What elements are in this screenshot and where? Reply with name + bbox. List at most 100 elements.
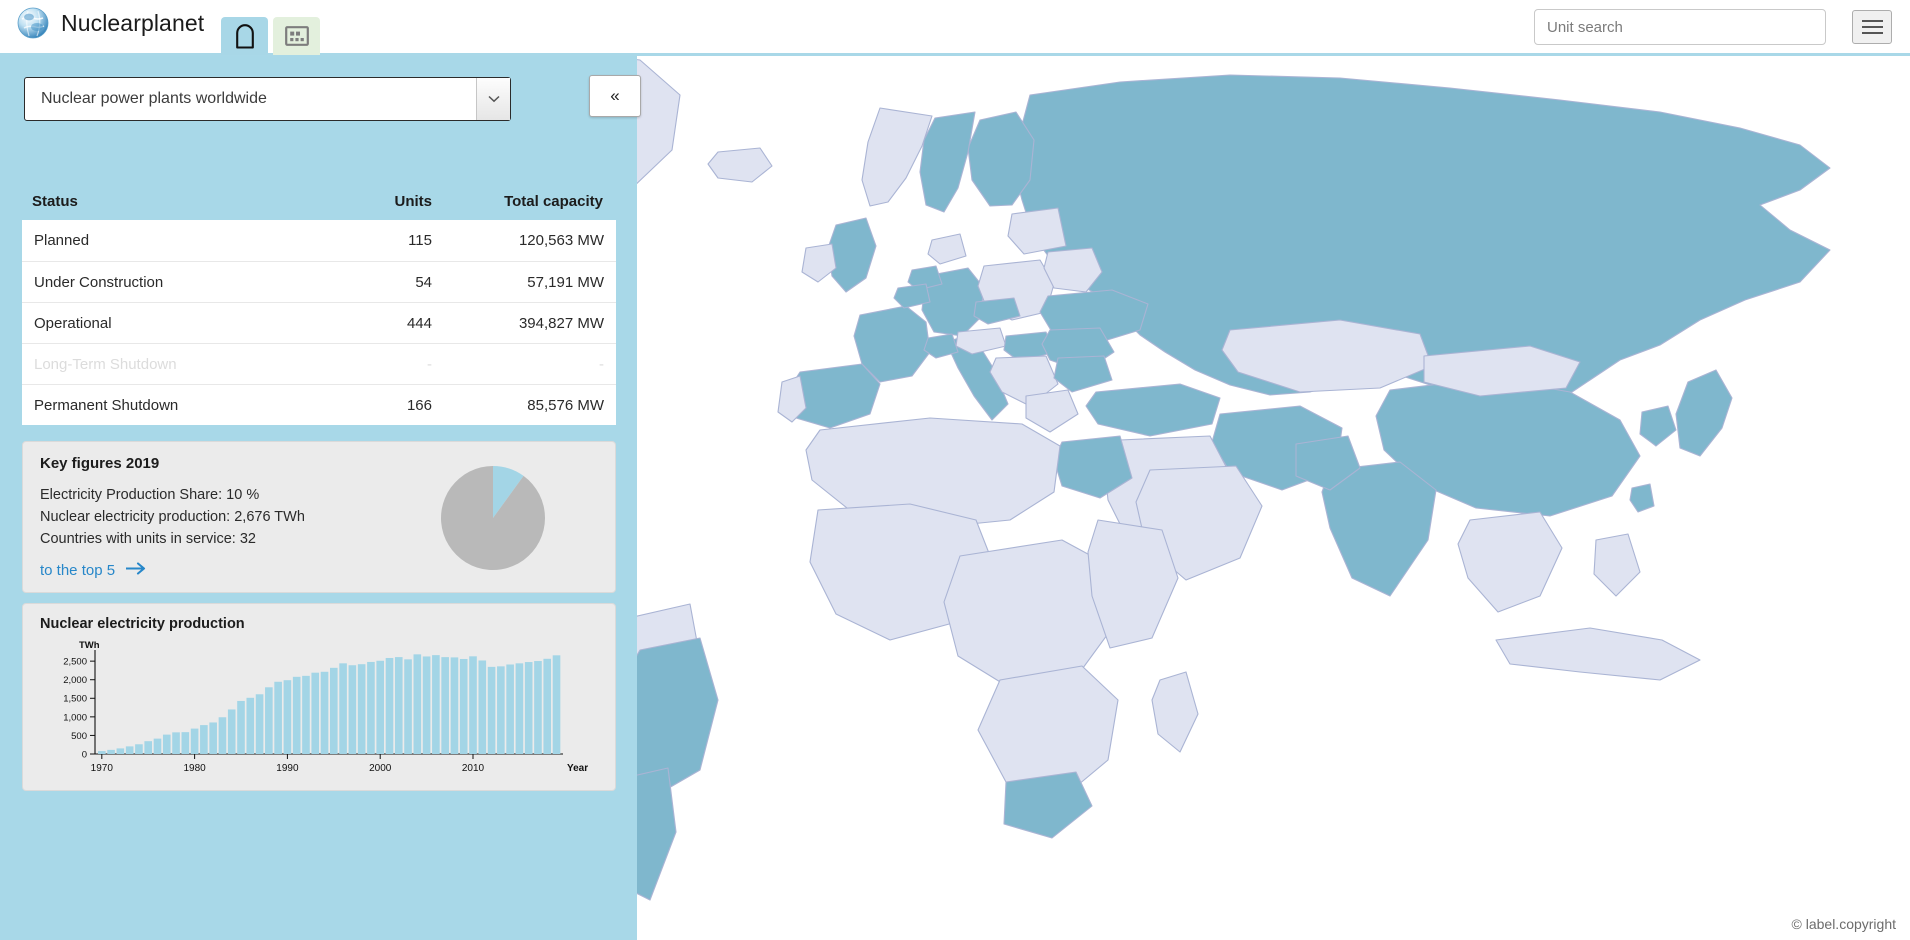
- to-the-top-5-label: to the top 5: [40, 562, 116, 579]
- dataset-select-row: Nuclear power plants worldwide: [24, 77, 511, 121]
- cell-capacity: 394,827 MW: [518, 314, 604, 332]
- reactor-dome-icon: [235, 24, 254, 49]
- cell-units: 166: [406, 396, 432, 414]
- svg-text:1,500: 1,500: [63, 694, 87, 705]
- chart-bar: [459, 658, 468, 754]
- chart-bar: [227, 709, 236, 754]
- column-header-units: Units: [394, 193, 433, 210]
- key-figures-title: Key figures 2019: [40, 455, 160, 472]
- status-table: Status Units Total capacity Planned 115 …: [22, 183, 616, 425]
- key-figures-card: Key figures 2019 Electricity Production …: [22, 441, 616, 593]
- key-figure-line: Countries with units in service: 32: [40, 531, 256, 547]
- chevron-down-icon[interactable]: [476, 78, 510, 120]
- cell-status: Permanent Shutdown: [34, 396, 179, 414]
- svg-text:2000: 2000: [369, 763, 392, 774]
- chart-bar: [478, 660, 487, 754]
- chart-bar: [107, 749, 115, 754]
- chart-bar: [497, 666, 505, 754]
- key-figure-line: Electricity Production Share: 10 %: [40, 487, 260, 503]
- chart-bar: [311, 672, 320, 754]
- svg-text:2010: 2010: [462, 763, 485, 774]
- svg-text:2,000: 2,000: [63, 675, 87, 686]
- chart-bar: [283, 680, 292, 754]
- chart-bar: [274, 681, 282, 754]
- to-the-top-5-link[interactable]: to the top 5: [40, 562, 148, 579]
- chart-bar: [162, 734, 171, 754]
- cell-capacity: 85,576 MW: [527, 396, 604, 414]
- chart-bar: [237, 700, 245, 754]
- nuclear-production-bar-chart: TWh 0 500 1,000 1,500 2,000 2,500 1970 1980 1990 2…: [63, 640, 588, 774]
- chart-bar: [357, 664, 366, 754]
- chart-bar: [98, 751, 106, 754]
- chart-bar: [404, 659, 412, 754]
- chart-bar: [320, 671, 329, 754]
- key-figure-line: Nuclear electricity production: 2,676 TW…: [40, 509, 305, 525]
- svg-text:500: 500: [71, 731, 87, 742]
- chart-bar: [153, 738, 162, 754]
- chart-bar: [348, 665, 357, 754]
- svg-text:1970: 1970: [91, 763, 114, 774]
- cell-units: -: [427, 355, 432, 373]
- table-row: Long-Term Shutdown - -: [22, 343, 616, 384]
- status-table-header: Status Units Total capacity: [22, 183, 616, 220]
- chart-bar: [200, 725, 208, 754]
- cell-status: Operational: [34, 314, 112, 332]
- chart-bar: [385, 657, 394, 754]
- chart-bar: [441, 657, 449, 754]
- search-input[interactable]: [1534, 9, 1826, 45]
- svg-text:0: 0: [82, 749, 87, 760]
- table-row[interactable]: Planned 115 120,563 MW: [22, 220, 616, 261]
- svg-text:Year: Year: [567, 763, 588, 774]
- svg-text:1,000: 1,000: [63, 712, 87, 723]
- chart-bar: [144, 741, 153, 754]
- chart-bar: [209, 722, 217, 754]
- chart-bar: [265, 687, 273, 754]
- chart-bar: [543, 658, 552, 754]
- chart-bar: [255, 694, 264, 754]
- chart-bar: [487, 666, 496, 754]
- collapse-sidebar-button[interactable]: «: [589, 75, 641, 117]
- electricity-share-pie-chart: [439, 464, 547, 577]
- cell-units: 444: [406, 314, 432, 332]
- brand[interactable]: Nuclearplanet: [16, 6, 204, 40]
- production-chart-card: Nuclear electricity production TWh 0 500 1,…: [22, 603, 616, 791]
- chart-bar: [181, 732, 190, 754]
- chart-title: Nuclear electricity production: [40, 616, 245, 632]
- table-row[interactable]: Under Construction 54 57,191 MW: [22, 261, 616, 302]
- tab-map-view[interactable]: [221, 17, 268, 55]
- chart-bar: [302, 675, 310, 754]
- chart-bar: [450, 657, 459, 754]
- chart-bar: [469, 656, 477, 754]
- dataset-select-value: Nuclear power plants worldwide: [41, 90, 267, 107]
- tab-table-view[interactable]: [273, 17, 320, 55]
- cell-capacity: 120,563 MW: [518, 232, 604, 249]
- cell-capacity: -: [599, 355, 604, 373]
- table-row[interactable]: Operational 444 394,827 MW: [22, 302, 616, 343]
- pie-slice: [441, 466, 545, 570]
- cell-status: Long-Term Shutdown: [34, 355, 177, 373]
- cell-status: Under Construction: [34, 273, 164, 291]
- status-table-body: Planned 115 120,563 MW Under Constructio…: [22, 220, 616, 425]
- svg-text:TWh: TWh: [79, 640, 100, 651]
- chart-bar: [367, 661, 375, 754]
- chart-bar: [116, 748, 125, 754]
- svg-text:1980: 1980: [183, 763, 206, 774]
- cell-status: Planned: [34, 232, 90, 249]
- view-tabs: [221, 17, 320, 55]
- chart-bar: [432, 655, 440, 754]
- hamburger-menu-icon[interactable]: [1852, 10, 1892, 44]
- chart-bar: [506, 664, 514, 754]
- brand-title: Nuclearplanet: [61, 9, 205, 36]
- chart-bar: [125, 746, 134, 754]
- column-header-status: Status: [32, 193, 78, 210]
- chart-bar: [534, 661, 542, 754]
- dataset-select[interactable]: Nuclear power plants worldwide: [24, 77, 511, 121]
- top-header-bar: Nuclearplanet: [0, 0, 1910, 56]
- chart-bar: [135, 744, 143, 754]
- chart-bar: [292, 676, 301, 754]
- chart-bar: [339, 663, 347, 754]
- arrow-right-icon: [125, 562, 148, 579]
- chart-bar: [172, 732, 180, 754]
- table-row[interactable]: Permanent Shutdown 166 85,576 MW: [22, 384, 616, 425]
- chart-bar: [422, 656, 431, 754]
